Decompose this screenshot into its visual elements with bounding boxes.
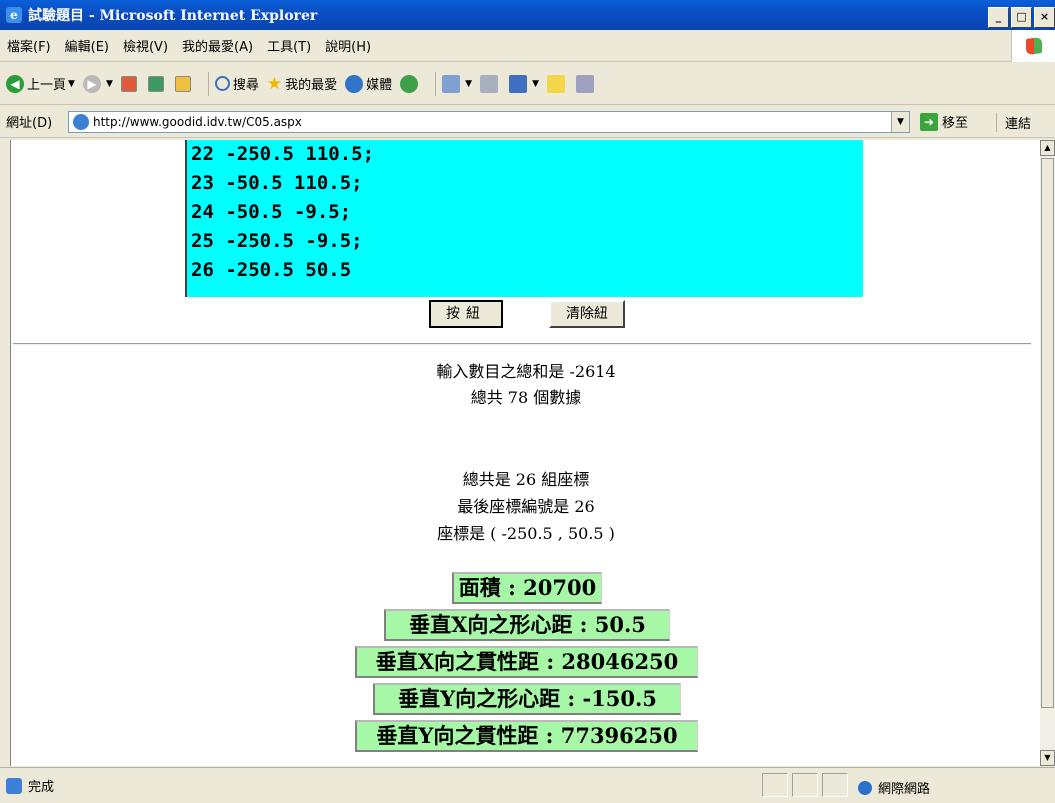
window-title: 試驗題目 - Microsoft Internet Explorer: [28, 8, 318, 24]
edit-icon: [509, 74, 528, 93]
history-icon: [400, 74, 419, 93]
menu-tools[interactable]: 工具(T): [260, 36, 318, 55]
back-arrow-icon: ◀: [6, 74, 24, 93]
media-label: 媒體: [366, 78, 393, 93]
favorites-button[interactable]: ★ 我的最愛: [267, 74, 337, 94]
scroll-thumb[interactable]: [1041, 158, 1054, 708]
scroll-down-icon[interactable]: ▼: [1040, 750, 1055, 766]
chevron-down-icon[interactable]: ▼: [465, 79, 472, 89]
status-pane: [792, 773, 818, 797]
x-inertia-value: 垂直X向之貫性距 : 28046250: [355, 646, 698, 678]
page-done-icon: [6, 777, 22, 794]
y-centroid-value: 垂直Y向之形心距 : -150.5: [373, 683, 681, 715]
messenger-button[interactable]: [576, 74, 597, 93]
sum-text: 輸入數目之總和是 -2614: [436, 362, 616, 381]
refresh-button[interactable]: [147, 75, 167, 92]
security-zone: 網際網路: [858, 778, 930, 797]
search-icon: [214, 76, 230, 91]
chevron-down-icon[interactable]: ▼: [68, 79, 75, 89]
history-button[interactable]: [400, 74, 421, 93]
x-centroid-value: 垂直X向之形心距 : 50.5: [384, 609, 670, 641]
textarea-line: 25 -250.5 -9.5;: [191, 230, 363, 252]
chevron-down-icon[interactable]: ▼: [106, 79, 113, 89]
messenger-icon: [576, 74, 594, 93]
print-button[interactable]: [480, 74, 501, 93]
menu-view[interactable]: 檢視(V): [116, 36, 175, 55]
textarea-line: 24 -50.5 -9.5;: [191, 201, 352, 223]
textarea-line: 22 -250.5 110.5;: [191, 143, 375, 165]
forward-arrow-icon: ▶: [82, 74, 101, 93]
links-button[interactable]: 連結: [996, 113, 1031, 132]
area-value: 面積 : 20700: [452, 572, 602, 604]
status-text: 完成: [28, 780, 55, 795]
toolbar-separator: [435, 71, 437, 96]
globe-icon: [858, 780, 872, 795]
minimize-button[interactable]: _: [988, 7, 1009, 28]
favorites-label: 我的最愛: [285, 78, 338, 93]
page-icon: [73, 114, 89, 130]
address-label: 網址(D): [6, 116, 53, 131]
home-button[interactable]: [174, 75, 194, 92]
title-bar: e 試驗題目 - Microsoft Internet Explorer _ □…: [0, 0, 1055, 30]
refresh-icon: [147, 75, 164, 92]
note-icon: [547, 74, 565, 93]
coordinates-textarea[interactable]: 22 -250.5 110.5; 23 -50.5 110.5; 24 -50.…: [185, 140, 863, 297]
status-pane: [822, 773, 848, 797]
stop-icon: [120, 75, 137, 92]
edit-button[interactable]: ▼: [509, 74, 539, 93]
media-button[interactable]: 媒體: [345, 74, 392, 93]
pairs-text: 總共是 26 組座標: [462, 470, 590, 489]
ie-icon: e: [6, 7, 22, 23]
page-content: 22 -250.5 110.5; 23 -50.5 110.5; 24 -50.…: [10, 140, 1040, 766]
menu-help[interactable]: 說明(H): [318, 36, 378, 55]
y-inertia-value: 垂直Y向之貫性距 : 77396250: [355, 720, 698, 752]
print-icon: [480, 74, 499, 93]
back-label: 上一頁: [27, 78, 67, 93]
media-icon: [345, 74, 364, 93]
chevron-down-icon[interactable]: ▼: [532, 79, 539, 89]
window-controls: _ □ ×: [986, 7, 1055, 28]
zone-label: 網際網路: [878, 782, 931, 797]
home-icon: [174, 75, 191, 92]
divider: [13, 343, 1031, 345]
address-bar: 網址(D) ▼ ➜ 移至 連結: [0, 106, 1055, 138]
count-text: 總共 78 個數據: [470, 388, 582, 407]
textarea-line: 26 -250.5 50.5: [191, 259, 352, 281]
page-scrollbar[interactable]: ▲ ▼: [1040, 140, 1055, 766]
forward-button[interactable]: ▶ ▼: [82, 74, 113, 93]
mail-button[interactable]: ▼: [442, 74, 472, 93]
stop-button[interactable]: [120, 75, 140, 92]
address-field[interactable]: ▼: [68, 111, 910, 133]
coordinate-text: 座標是 ( -250.5 , 50.5 ): [437, 524, 615, 543]
search-label: 搜尋: [232, 78, 259, 93]
maximize-button[interactable]: □: [1011, 7, 1032, 28]
go-button[interactable]: ➜ 移至: [920, 112, 968, 131]
chevron-down-icon[interactable]: ▼: [891, 112, 909, 132]
toolbar-separator: [207, 71, 209, 96]
search-button[interactable]: 搜尋: [214, 74, 259, 93]
url-input[interactable]: [93, 115, 883, 129]
menu-bar: 檔案(F) 編輯(E) 檢視(V) 我的最愛(A) 工具(T) 說明(H): [0, 30, 1055, 62]
menu-edit[interactable]: 編輯(E): [58, 36, 116, 55]
toolbar: ◀ 上一頁 ▼ ▶ ▼ 搜尋 ★ 我的最愛 媒體 ▼ ▼: [0, 63, 1055, 105]
discuss-button[interactable]: [547, 74, 568, 93]
windows-flag-icon: [1026, 37, 1042, 55]
back-button[interactable]: ◀ 上一頁 ▼: [6, 74, 75, 93]
close-button[interactable]: ×: [1034, 7, 1055, 28]
go-label: 移至: [942, 116, 969, 131]
status-pane: [762, 773, 788, 797]
menu-favorites[interactable]: 我的最愛(A): [175, 36, 260, 55]
submit-button[interactable]: 按紐: [429, 300, 503, 328]
textarea-line: 23 -50.5 110.5;: [191, 172, 363, 194]
scroll-up-icon[interactable]: ▲: [1040, 140, 1055, 156]
mail-icon: [442, 74, 461, 93]
go-arrow-icon: ➜: [920, 112, 938, 131]
status-bar: 完成 網際網路: [0, 767, 1055, 803]
menu-file[interactable]: 檔案(F): [0, 36, 58, 55]
last-index-text: 最後座標編號是 26: [457, 497, 595, 516]
windows-logo: [1011, 30, 1055, 62]
clear-button[interactable]: 清除紐: [549, 300, 625, 328]
star-icon: ★: [266, 73, 283, 94]
